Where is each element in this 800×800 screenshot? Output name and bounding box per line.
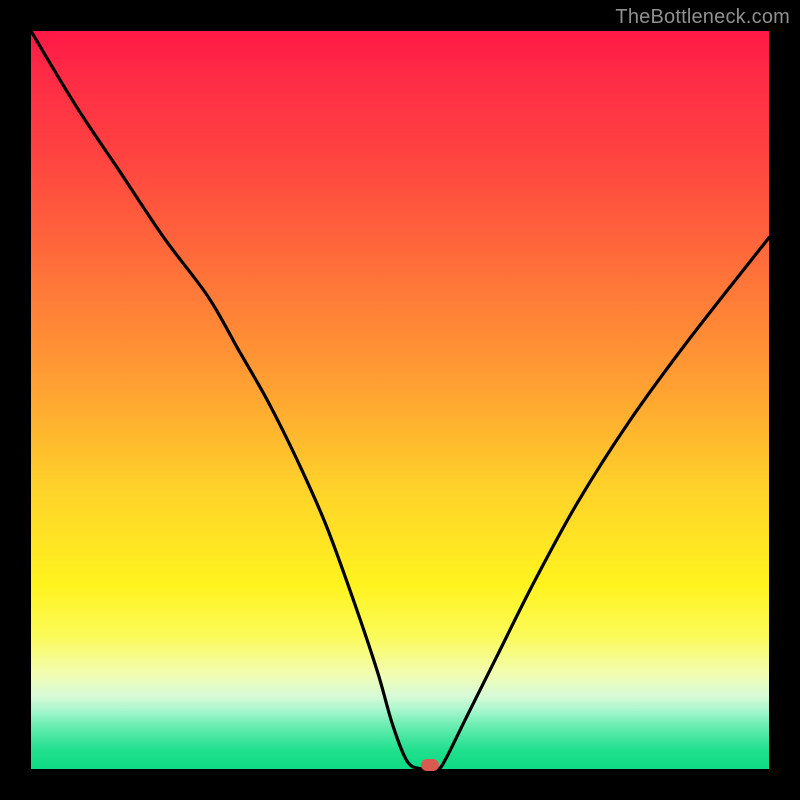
bottleneck-curve — [0, 0, 800, 800]
optimum-marker — [421, 759, 439, 771]
chart-frame: TheBottleneck.com — [0, 0, 800, 800]
watermark-text: TheBottleneck.com — [615, 6, 790, 29]
